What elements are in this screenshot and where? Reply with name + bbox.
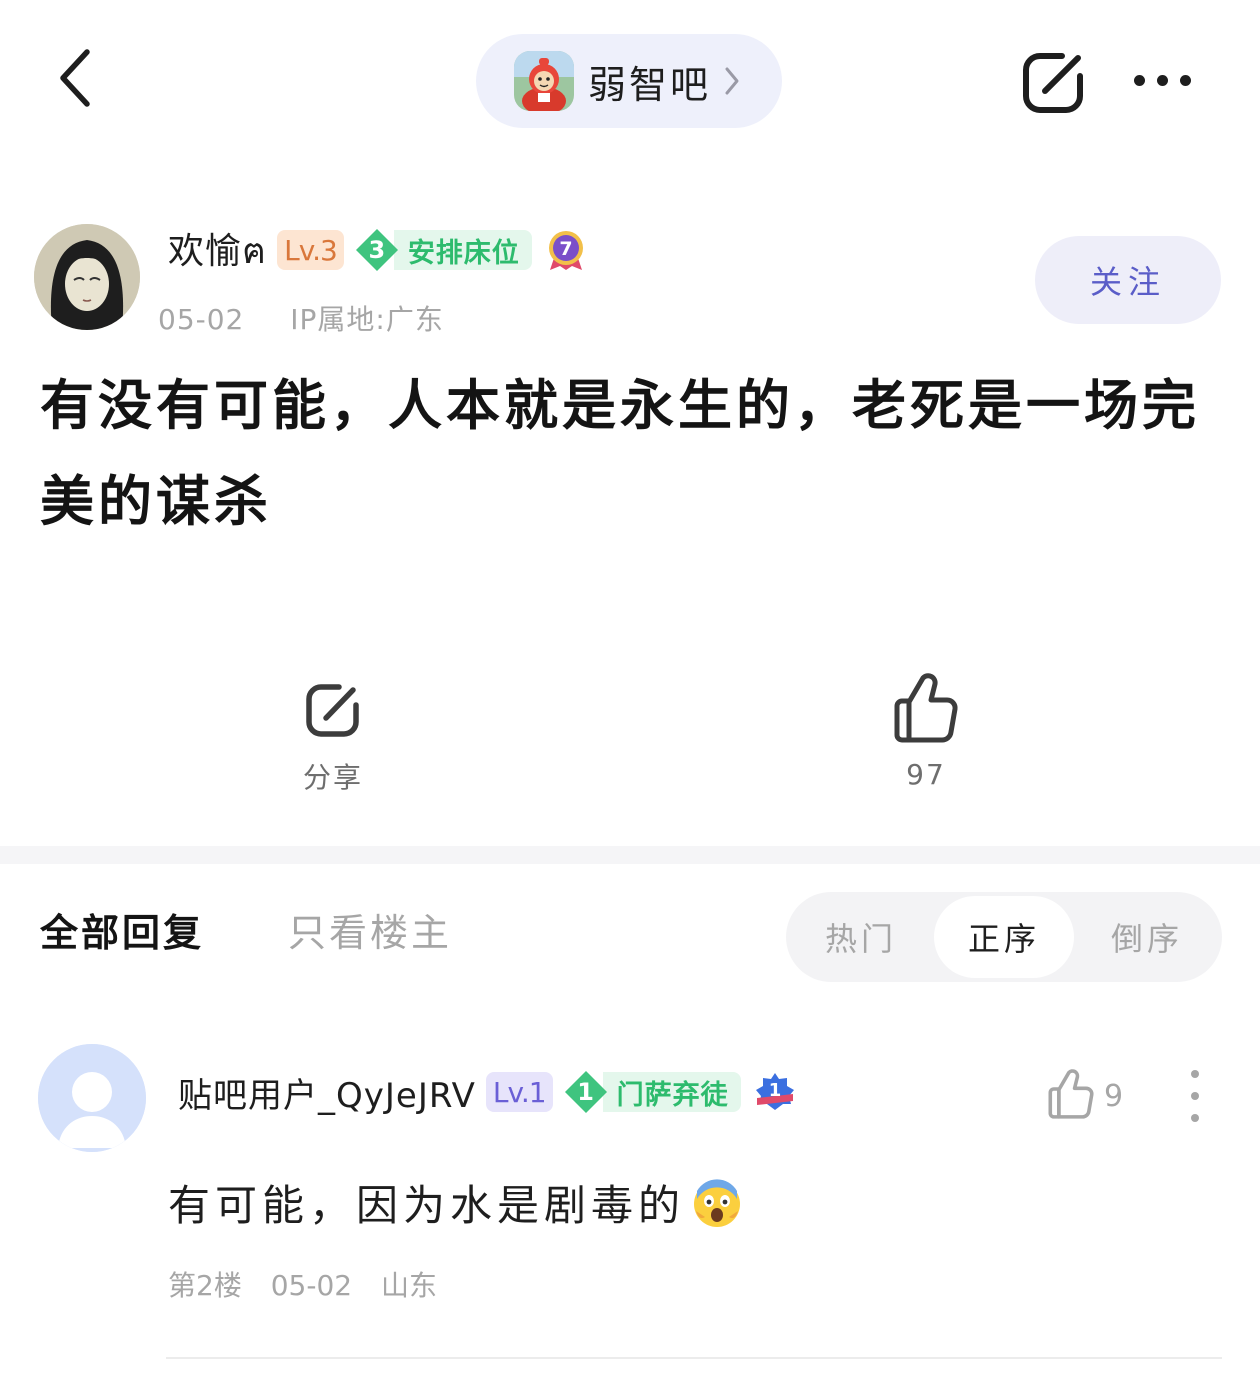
forum-rank-badge: 1 门萨弃徒 [563,1071,741,1113]
rank-number: 3 [368,236,386,264]
reply-date: 05-02 [270,1269,353,1302]
rank-title: 门萨弃徒 [602,1072,741,1112]
rank-number: 1 [577,1078,594,1106]
rank-diamond-icon: 3 [354,227,400,273]
forum-rank-badge: 3 安排床位 [354,229,532,271]
reply-avatar[interactable] [38,1044,146,1152]
author-avatar[interactable] [34,224,140,330]
chevron-left-icon [55,46,95,114]
reply-like-button[interactable]: 9 [1046,1068,1123,1124]
reply-content: 有可能，因为水是剧毒的 [168,1172,743,1233]
sort-ascending[interactable]: 正序 [934,896,1074,978]
medal-icon: 7 [544,228,588,272]
post-date: 05-02 [158,303,245,336]
section-divider [0,846,1260,864]
reply-author-name[interactable]: 贴吧用户_QyJeJRV [178,1068,476,1117]
more-dot [1191,1070,1199,1078]
more-dot [1133,74,1145,86]
ip-location: IP属地:广东 [290,303,444,336]
rank-diamond-icon: 1 [563,1069,609,1115]
more-dot [1191,1092,1199,1100]
sort-segmented-control: 热门 正序 倒序 [786,892,1222,982]
chevron-right-icon [723,65,741,97]
share-icon [1018,53,1090,122]
reply-meta: 第2楼 05-02 山东 [168,1264,437,1304]
scream-emoji-icon [691,1177,743,1229]
post-meta: 05-02 IP属地:广东 [158,298,444,338]
forum-avatar-icon [514,51,574,111]
floor-number: 第2楼 [168,1269,242,1302]
more-dot [1191,1114,1199,1122]
forum-header-button[interactable]: 弱智吧 [476,34,782,128]
back-button[interactable] [40,40,110,120]
post-title: 有没有可能，人本就是永生的，老死是一场完美的谋杀 [40,374,1200,533]
like-count: 97 [906,758,946,791]
reply-text: 有可能，因为水是剧毒的 [168,1181,686,1230]
medal-number: 1 [768,1080,781,1101]
follow-button[interactable]: 关注 [1035,236,1221,324]
share-button[interactable] [1018,46,1090,118]
user-level-badge: Lv.3 [277,230,344,270]
sort-hot[interactable]: 热门 [790,896,932,978]
share-action-button[interactable]: 分享 [263,678,403,818]
sort-descending[interactable]: 倒序 [1076,896,1218,978]
reply-location: 山东 [381,1269,438,1302]
thumbs-up-icon [891,672,961,748]
more-dot [1179,74,1191,86]
tab-op-only[interactable]: 只看楼主 [288,902,452,957]
reply-like-count: 9 [1104,1078,1124,1114]
forum-name: 弱智吧 [588,62,712,107]
tab-all-replies[interactable]: 全部回复 [40,902,204,957]
more-options-button[interactable] [1122,58,1202,102]
user-level-badge: Lv.1 [485,1072,553,1112]
reply-author-row: 贴吧用户_QyJeJRV Lv.1 1 门萨弃徒 1 [178,1068,797,1116]
medal-icon: 1 [753,1070,797,1114]
share-icon [301,678,365,746]
rank-title: 安排床位 [393,230,532,270]
like-action-button[interactable]: 97 [856,672,996,812]
reply-divider [166,1357,1222,1359]
more-dot [1156,74,1168,86]
medal-number: 7 [559,238,572,260]
author-name[interactable]: 欢愉ฅ [168,222,267,279]
share-label: 分享 [302,761,363,794]
reply-more-button[interactable] [1180,1070,1210,1122]
thumbs-up-icon [1046,1068,1096,1124]
author-info-row: 欢愉ฅ Lv.3 3 安排床位 7 [168,226,588,274]
